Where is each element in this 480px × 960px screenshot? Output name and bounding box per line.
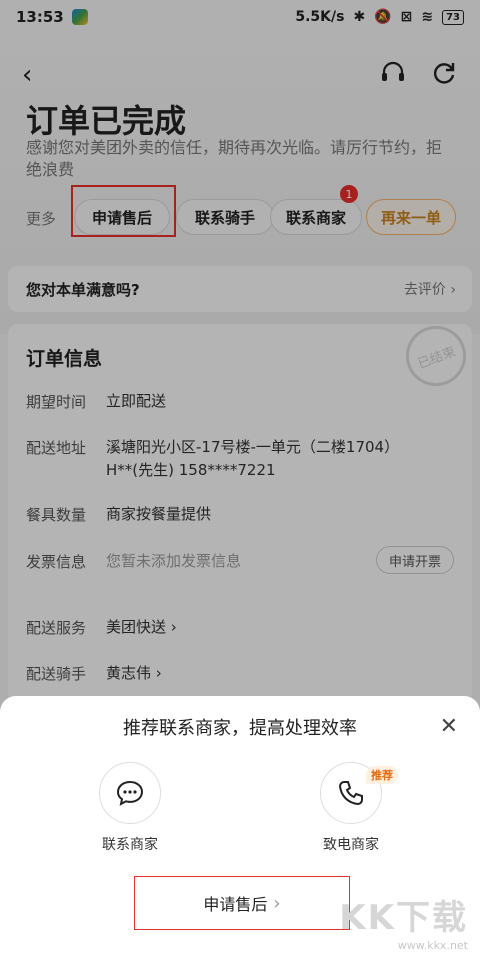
sheet-title: 推荐联系商家，提高处理效率 [123, 718, 357, 739]
watermark: KK下载 www.kkx.net [339, 890, 468, 952]
apply-after-sale-button[interactable]: 申请售后 › [134, 876, 350, 930]
call-merchant-option[interactable]: 致电商家 [291, 834, 411, 854]
contact-merchant-option[interactable]: 联系商家 [70, 834, 190, 854]
recommend-tag: 推荐 [366, 766, 398, 784]
watermark-logo: KK下载 [339, 898, 468, 938]
chat-icon[interactable] [99, 762, 161, 824]
chevron-right-icon: › [273, 892, 281, 914]
close-icon[interactable]: ✕ [440, 714, 458, 739]
contact-bottom-sheet: 推荐联系商家，提高处理效率 ✕ 联系商家 推荐 致电商家 申请售后 › KK下载… [0, 696, 480, 960]
after-sale-label: 申请售后 [203, 895, 268, 914]
watermark-url: www.kkx.net [397, 939, 468, 952]
